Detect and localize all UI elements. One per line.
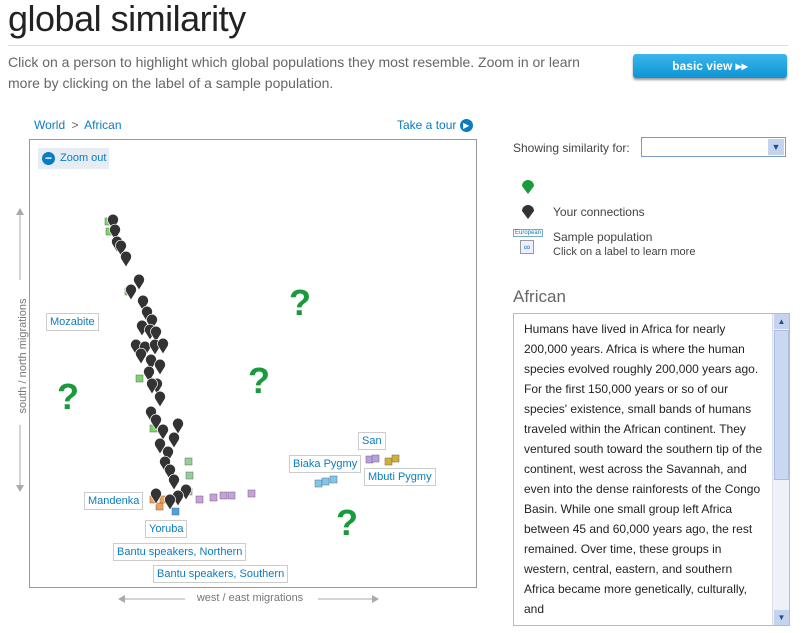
person-pin[interactable] [154, 390, 166, 408]
scroll-up-icon[interactable]: ▲ [774, 314, 789, 329]
person-pin[interactable] [120, 250, 132, 268]
person-pin[interactable] [157, 423, 169, 441]
person-pin[interactable] [154, 358, 166, 376]
sample-marker [184, 457, 193, 466]
sample-marker [171, 507, 180, 516]
sample-marker [227, 491, 236, 500]
region-title: African [513, 287, 566, 306]
x-axis-label: west / east migrations [196, 592, 304, 604]
sample-marker [195, 495, 204, 504]
unknown-marker: ? [336, 502, 358, 543]
sample-marker [247, 489, 256, 498]
dark-pin-icon [522, 205, 534, 219]
unknown-marker: ? [289, 282, 311, 323]
person-pin[interactable] [168, 473, 180, 491]
showing-similarity-label: Showing similarity for: [513, 141, 630, 155]
sample-marker [219, 491, 228, 500]
sample-marker [391, 454, 400, 463]
person-pin[interactable] [164, 493, 176, 511]
population-label-bantu-southern[interactable]: Bantu speakers, Southern [153, 565, 289, 583]
sample-marker [384, 457, 393, 466]
sample-marker [185, 471, 194, 480]
green-pin-icon [522, 180, 534, 194]
sample-marker [209, 493, 218, 502]
population-label-mandenka[interactable]: Mandenka [84, 492, 144, 510]
scroll-thumb[interactable] [774, 330, 789, 480]
population-label-yoruba[interactable]: Yoruba [145, 520, 188, 538]
sample-marker [135, 374, 144, 383]
sample-marker [371, 454, 380, 463]
arrow-down-icon [16, 485, 24, 492]
region-description: Humans have lived in Africa for nearly 2… [524, 322, 763, 616]
population-label-biaka-pygmy[interactable]: Biaka Pygmy [289, 455, 362, 473]
population-label-mozabite[interactable]: Mozabite [46, 313, 99, 331]
legend-mini-label: European [513, 229, 543, 237]
population-label-san[interactable]: San [358, 432, 386, 450]
minus-icon: − [42, 151, 55, 165]
person-pin[interactable] [125, 283, 137, 301]
sample-marker [314, 479, 323, 488]
person-pin[interactable] [168, 431, 180, 449]
sample-marker [155, 502, 164, 511]
scrollbar[interactable]: ▲ ▼ [772, 314, 789, 625]
population-label-mbuti-pygmy[interactable]: Mbuti Pygmy [364, 468, 436, 486]
chevron-down-icon[interactable]: ▼ [768, 139, 784, 155]
legend-sample-hint: Click on a label to learn more [553, 246, 696, 258]
person-pin[interactable] [172, 417, 184, 435]
unknown-marker: ? [57, 376, 79, 417]
region-description-panel: Humans have lived in Africa for nearly 2… [513, 313, 790, 626]
legend-sample-population: Sample population [553, 230, 653, 244]
arrow-up-icon [16, 208, 24, 215]
y-axis-label: south / north migrations [17, 298, 29, 414]
sample-population-icon: European ∞ [513, 229, 543, 254]
sample-marker [321, 477, 330, 486]
unknown-marker: ? [248, 360, 270, 401]
zoom-out-label: Zoom out [60, 152, 107, 164]
scroll-down-icon[interactable]: ▼ [774, 610, 789, 625]
population-label-bantu-northern[interactable]: Bantu speakers, Northern [113, 543, 247, 561]
sample-marker [329, 475, 338, 484]
person-pin[interactable] [157, 337, 169, 355]
legend-your-connections: Your connections [553, 205, 645, 219]
person-pin[interactable] [135, 347, 147, 365]
zoom-out-button[interactable]: − Zoom out [38, 148, 109, 169]
similarity-select[interactable]: ▼ [641, 137, 786, 157]
